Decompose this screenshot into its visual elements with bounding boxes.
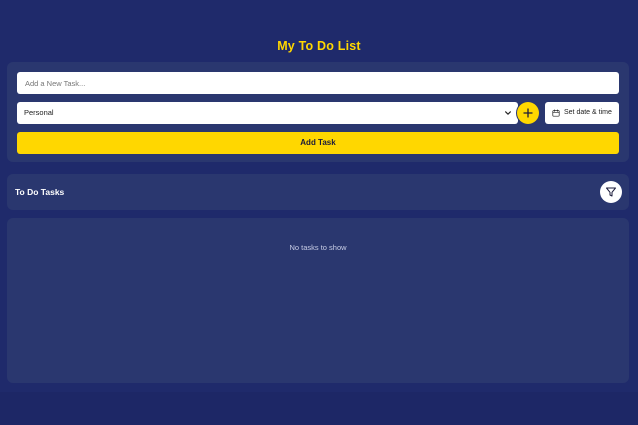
category-select-value: Personal [24, 108, 54, 117]
plus-icon [523, 108, 533, 118]
task-input[interactable] [17, 72, 619, 94]
calendar-icon [552, 109, 560, 117]
filter-button[interactable] [600, 181, 622, 203]
new-task-form: Personal Set date & time Add Task [7, 62, 629, 162]
set-date-time-label: Set date & time [564, 108, 612, 116]
empty-tasks-message: No tasks to show [289, 243, 347, 252]
footer-band [0, 392, 638, 425]
page-title: My To Do List [277, 39, 361, 53]
category-select[interactable]: Personal [17, 102, 518, 124]
tasks-header: To Do Tasks [7, 174, 629, 210]
tasks-title: To Do Tasks [15, 187, 65, 197]
add-category-button[interactable] [517, 102, 539, 124]
add-task-button[interactable]: Add Task [17, 132, 619, 154]
tasks-list-panel: No tasks to show [7, 218, 629, 383]
set-date-time-button[interactable]: Set date & time [545, 102, 619, 124]
chevron-down-icon [505, 111, 511, 115]
filter-icon [606, 187, 616, 197]
